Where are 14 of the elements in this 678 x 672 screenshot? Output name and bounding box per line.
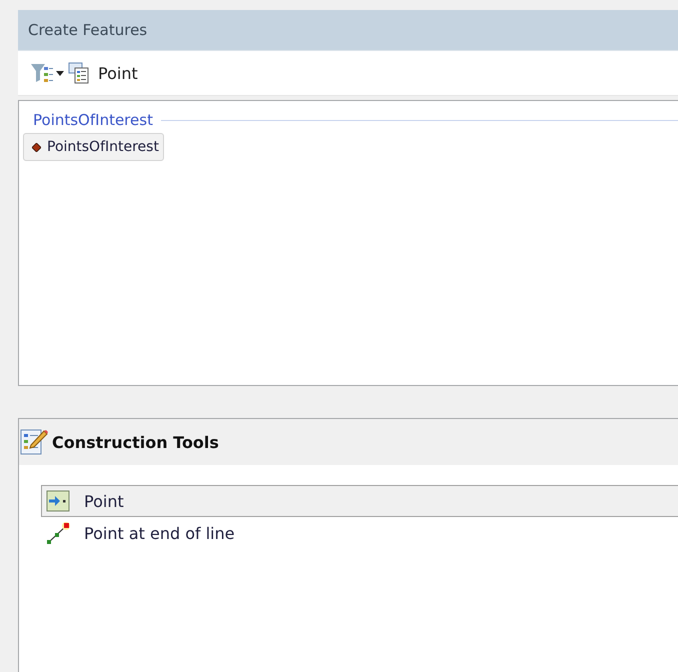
- template-item[interactable]: PointsOfInterest: [23, 133, 164, 161]
- filter-label: Point: [98, 64, 138, 82]
- point-tool-icon: [46, 490, 70, 512]
- table-icon: [68, 62, 90, 84]
- line-end-tool-icon: [46, 521, 70, 545]
- caret-icon: [56, 70, 64, 76]
- filter-dropdown-button[interactable]: [30, 61, 64, 85]
- tool-item[interactable]: Point at end of line: [41, 517, 678, 549]
- point-symbol-icon: [32, 142, 41, 152]
- panel-title: Create Features: [18, 10, 678, 51]
- group-heading: PointsOfInterest: [33, 111, 153, 129]
- tool-item[interactable]: Point: [41, 485, 678, 517]
- filter-icon: [30, 61, 54, 85]
- section-title: Construction Tools: [52, 432, 219, 452]
